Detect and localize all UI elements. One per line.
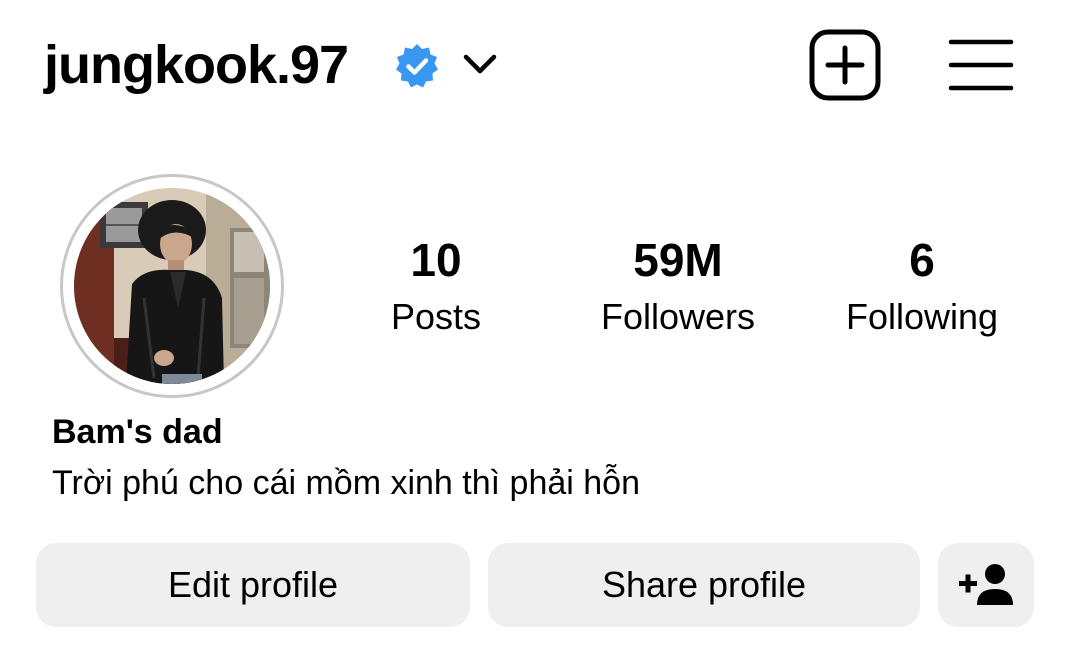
following-count: 6 bbox=[909, 234, 935, 286]
edit-profile-button[interactable]: Edit profile bbox=[36, 543, 470, 627]
chevron-down-icon[interactable] bbox=[458, 44, 502, 84]
followers-stat[interactable]: 59M Followers bbox=[568, 232, 788, 342]
hamburger-menu-icon[interactable] bbox=[948, 36, 1014, 94]
following-label: Following bbox=[845, 296, 999, 337]
bio-text: Trời phú cho cái mồm xinh thì phải hỗn bbox=[52, 464, 640, 502]
discover-people-button[interactable] bbox=[938, 543, 1034, 627]
profile-header: jungkook.97 bbox=[0, 0, 1080, 130]
share-profile-button[interactable]: Share profile bbox=[488, 543, 920, 627]
followers-count: 59M bbox=[633, 234, 723, 286]
avatar[interactable] bbox=[74, 188, 270, 384]
profile-photo bbox=[74, 188, 270, 384]
verified-badge-icon bbox=[396, 44, 438, 88]
posts-label: Posts bbox=[390, 296, 482, 337]
followers-label: Followers bbox=[600, 296, 756, 337]
posts-count: 10 bbox=[410, 234, 462, 286]
share-profile-label: Share profile bbox=[601, 564, 807, 605]
posts-stat[interactable]: 10 Posts bbox=[326, 232, 546, 342]
username[interactable]: jungkook.97 bbox=[44, 30, 349, 100]
following-stat[interactable]: 6 Following bbox=[812, 232, 1032, 342]
person-add-icon bbox=[959, 564, 1013, 605]
display-name: Bam's dad bbox=[52, 413, 223, 451]
plus-square-icon[interactable] bbox=[808, 28, 882, 102]
edit-profile-label: Edit profile bbox=[167, 564, 339, 605]
